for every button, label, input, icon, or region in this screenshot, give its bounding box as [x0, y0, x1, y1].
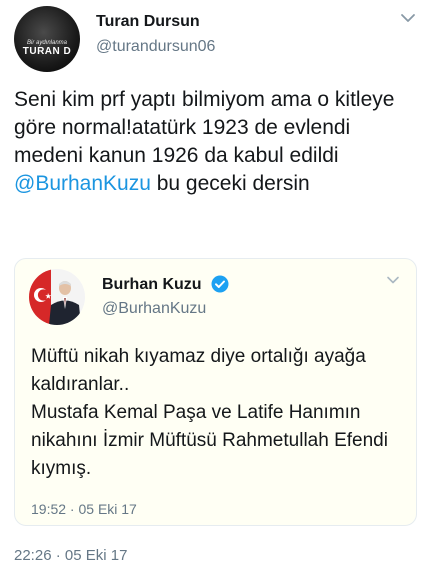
quoted-chevron-down-icon[interactable] [386, 273, 400, 287]
quoted-tweet-text: Müftü nikah kıyamaz diye ortalığı ayağa … [31, 346, 388, 479]
quoted-tweet-timestamp[interactable]: 19:52 · 05 Eki 17 [31, 501, 137, 517]
verified-badge-icon [211, 275, 229, 293]
tweet-text-end: bu geceki dersin [150, 172, 310, 195]
quoted-author-avatar[interactable] [29, 269, 85, 325]
mention-link[interactable]: @BurhanKuzu [14, 172, 151, 195]
chevron-down-icon[interactable] [400, 10, 416, 26]
tweet: Bir aydınlanma TURAN D Turan Dursun @tur… [0, 0, 432, 576]
tweet-timestamp[interactable]: 22:26 · 05 Eki 17 [14, 547, 127, 564]
tweet-text-start: Seni kim prf yaptı bilmiyom ama o kitley… [14, 88, 401, 167]
quoted-author-handle[interactable]: @BurhanKuzu [102, 300, 206, 318]
tweet-text: Seni kim prf yaptı bilmiyom ama o kitley… [14, 86, 424, 198]
quoted-author-name[interactable]: Burhan Kuzu [102, 276, 202, 294]
avatar-caption-big: TURAN D [22, 46, 72, 57]
author-handle[interactable]: @turandursun06 [96, 38, 215, 56]
quoted-tweet[interactable]: Burhan Kuzu @BurhanKuzu Müftü nikah kıya… [14, 258, 417, 526]
author-name[interactable]: Turan Dursun [96, 13, 200, 31]
author-avatar[interactable]: Bir aydınlanma TURAN D [14, 6, 80, 72]
